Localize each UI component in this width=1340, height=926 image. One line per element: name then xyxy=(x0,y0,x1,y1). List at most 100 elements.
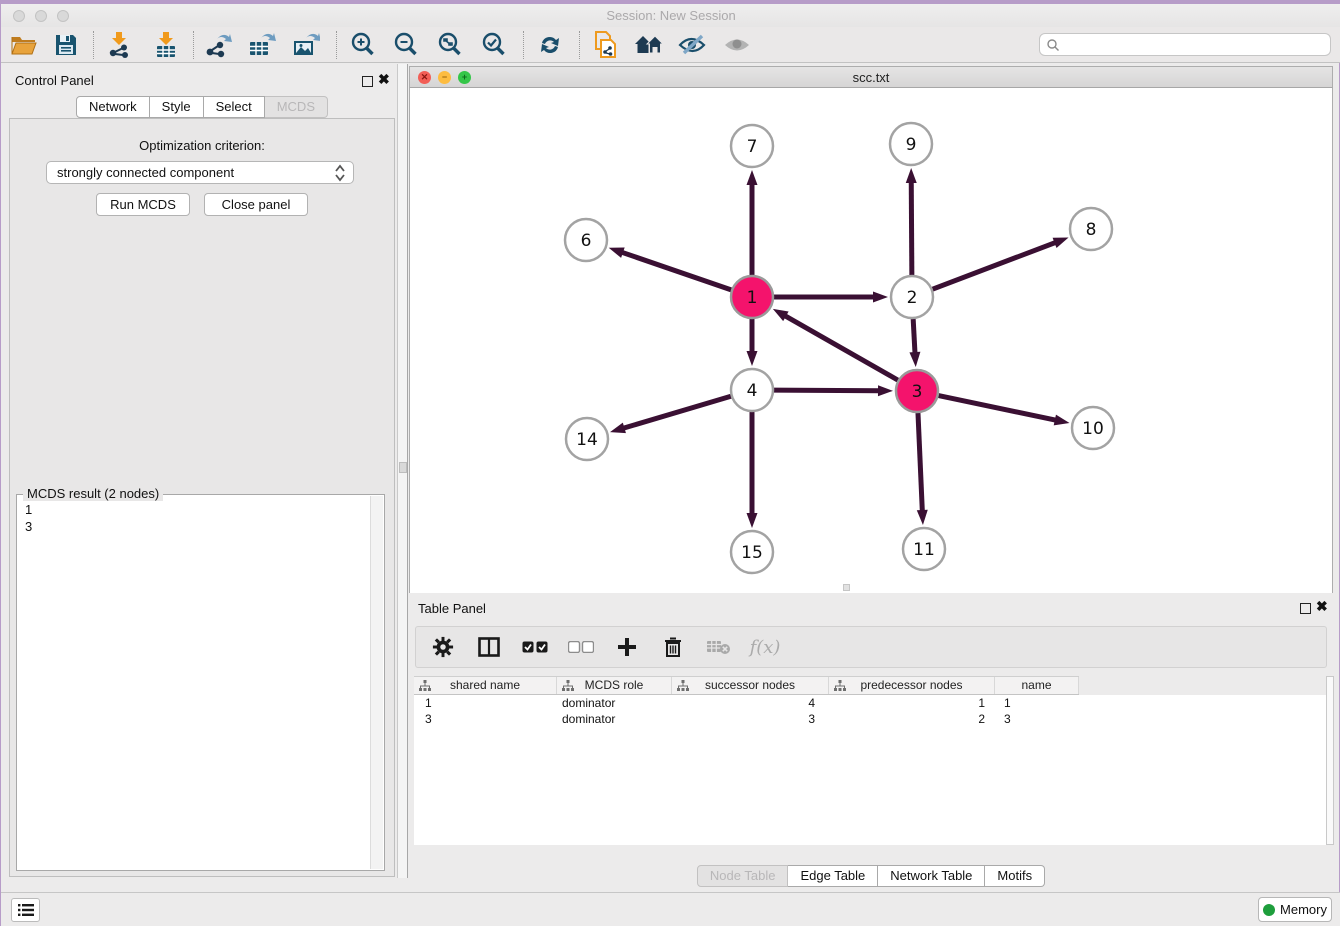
zoom-window-icon[interactable] xyxy=(57,10,69,22)
splitter-grip[interactable] xyxy=(399,462,407,473)
graph-node-label: 11 xyxy=(913,540,935,560)
table-row[interactable]: 3dominator323 xyxy=(414,711,1326,727)
graph-edge-4-3[interactable] xyxy=(774,390,881,391)
main-toolbar xyxy=(1,27,1340,63)
table-cell: 4 xyxy=(672,695,829,711)
import-network-icon[interactable] xyxy=(102,31,136,59)
graph-edge-2-8[interactable] xyxy=(933,242,1058,289)
table-scrollbar[interactable] xyxy=(1326,676,1334,845)
export-table-icon[interactable] xyxy=(245,31,279,59)
column-header-name[interactable]: name xyxy=(995,677,1079,694)
column-header-successor-nodes[interactable]: successor nodes xyxy=(672,677,829,694)
memory-status-icon xyxy=(1263,904,1275,916)
add-column-plus-icon[interactable] xyxy=(612,633,642,661)
table-panel-close-icon[interactable]: ✖ xyxy=(1316,601,1328,612)
graph-arrow-1-7 xyxy=(747,170,758,185)
delete-table-disabled-icon xyxy=(704,633,734,661)
save-session-icon[interactable] xyxy=(49,31,83,59)
minimize-window-icon[interactable] xyxy=(35,10,47,22)
control-panel-close-icon[interactable]: ✖ xyxy=(378,74,390,85)
home-icon[interactable] xyxy=(632,31,666,59)
network-window-title: scc.txt xyxy=(410,67,1332,88)
graph-arrow-3-11 xyxy=(917,510,928,525)
graph-node-label: 2 xyxy=(907,288,918,308)
table-cell: 1 xyxy=(829,695,995,711)
tab-node-table[interactable]: Node Table xyxy=(697,865,789,887)
mcds-result-item: 1 xyxy=(25,501,32,518)
graph-node-label: 3 xyxy=(912,382,923,402)
network-minimize-icon[interactable]: − xyxy=(438,71,451,84)
network-zoom-icon[interactable]: + xyxy=(458,71,471,84)
graph-arrow-4-15 xyxy=(747,513,758,528)
table-panel-title: Table Panel xyxy=(418,601,486,616)
tab-mcds[interactable]: MCDS xyxy=(265,96,328,118)
clone-network-view-icon[interactable] xyxy=(589,31,623,59)
graph-edge-3-1[interactable] xyxy=(783,315,898,380)
column-header-shared-name[interactable]: shared name xyxy=(414,677,557,694)
graph-edge-2-3[interactable] xyxy=(913,319,915,355)
zoom-out-icon[interactable] xyxy=(389,31,423,59)
network-close-icon[interactable]: ✕ xyxy=(418,71,431,84)
column-header-predecessor-nodes[interactable]: predecessor nodes xyxy=(829,677,995,694)
delete-column-trash-icon[interactable] xyxy=(658,633,688,661)
table-cell: dominator xyxy=(557,711,672,727)
network-window-titlebar[interactable]: ✕ − + scc.txt xyxy=(409,66,1333,88)
run-mcds-button[interactable]: Run MCDS xyxy=(96,193,190,216)
app-titlebar: Session: New Session xyxy=(1,4,1340,27)
table-panel-float-icon[interactable] xyxy=(1300,601,1311,619)
graph-edge-3-10[interactable] xyxy=(939,396,1058,421)
refresh-view-icon[interactable] xyxy=(533,31,567,59)
graph-arrow-1-6 xyxy=(609,247,625,257)
table-tabs: Node TableEdge TableNetwork TableMotifs xyxy=(409,865,1333,887)
control-panel-title: Control Panel xyxy=(15,73,94,88)
graph-edge-3-11[interactable] xyxy=(918,413,922,513)
graph-edge-2-9[interactable] xyxy=(911,180,912,275)
graph-node-label: 1 xyxy=(747,288,758,308)
network-canvas[interactable]: 1234678910111415 xyxy=(409,88,1333,593)
show-column-panel-icon[interactable] xyxy=(474,633,504,661)
export-network-icon[interactable] xyxy=(202,31,236,59)
dropdown-stepper-icon xyxy=(334,164,346,182)
graph-edge-4-14[interactable] xyxy=(622,396,731,428)
optimization-criterion-select[interactable]: strongly connected component xyxy=(46,161,354,184)
result-scrollbar[interactable] xyxy=(370,496,383,869)
control-panel-float-icon[interactable] xyxy=(362,74,373,92)
graph-arrow-2-3 xyxy=(909,352,920,367)
zoom-fit-icon[interactable] xyxy=(433,31,467,59)
memory-button[interactable]: Memory xyxy=(1258,897,1332,922)
task-history-button[interactable] xyxy=(11,898,40,922)
column-header-mcds-role[interactable]: MCDS role xyxy=(557,677,672,694)
zoom-selected-icon[interactable] xyxy=(477,31,511,59)
close-panel-button[interactable]: Close panel xyxy=(204,193,308,216)
graph-node-label: 14 xyxy=(576,430,598,450)
optimization-criterion-label: Optimization criterion: xyxy=(10,138,394,153)
tab-network[interactable]: Network xyxy=(76,96,150,118)
tab-motifs[interactable]: Motifs xyxy=(985,865,1045,887)
table-row[interactable]: 1dominator411 xyxy=(414,695,1326,711)
zoom-in-icon[interactable] xyxy=(346,31,380,59)
table-cell: 1 xyxy=(414,695,557,711)
graph-arrow-2-8 xyxy=(1053,238,1069,248)
table-settings-gear-icon[interactable] xyxy=(428,633,458,661)
canvas-resize-grip[interactable] xyxy=(843,584,850,591)
table-body: 1dominator4113dominator323 xyxy=(414,695,1326,845)
import-table-icon[interactable] xyxy=(149,31,183,59)
panel-splitter[interactable] xyxy=(397,64,408,878)
select-all-checks-icon[interactable] xyxy=(520,633,550,661)
graph-node-label: 8 xyxy=(1086,220,1097,240)
table-cell: 1 xyxy=(995,695,1079,711)
show-hide-graphics-icon[interactable] xyxy=(675,31,709,59)
export-image-icon[interactable] xyxy=(289,31,323,59)
deselect-all-checks-icon[interactable] xyxy=(566,633,596,661)
graph-edge-1-6[interactable] xyxy=(620,252,731,290)
open-folder-icon[interactable] xyxy=(7,31,41,59)
tab-network-table[interactable]: Network Table xyxy=(878,865,985,887)
list-icon xyxy=(18,903,34,917)
close-window-icon[interactable] xyxy=(13,10,25,22)
tab-style[interactable]: Style xyxy=(150,96,204,118)
search-input[interactable] xyxy=(1060,35,1330,54)
tab-edge-table[interactable]: Edge Table xyxy=(788,865,878,887)
tab-select[interactable]: Select xyxy=(204,96,265,118)
table-toolbar: f(x) xyxy=(415,626,1327,668)
search-field[interactable] xyxy=(1039,33,1331,56)
